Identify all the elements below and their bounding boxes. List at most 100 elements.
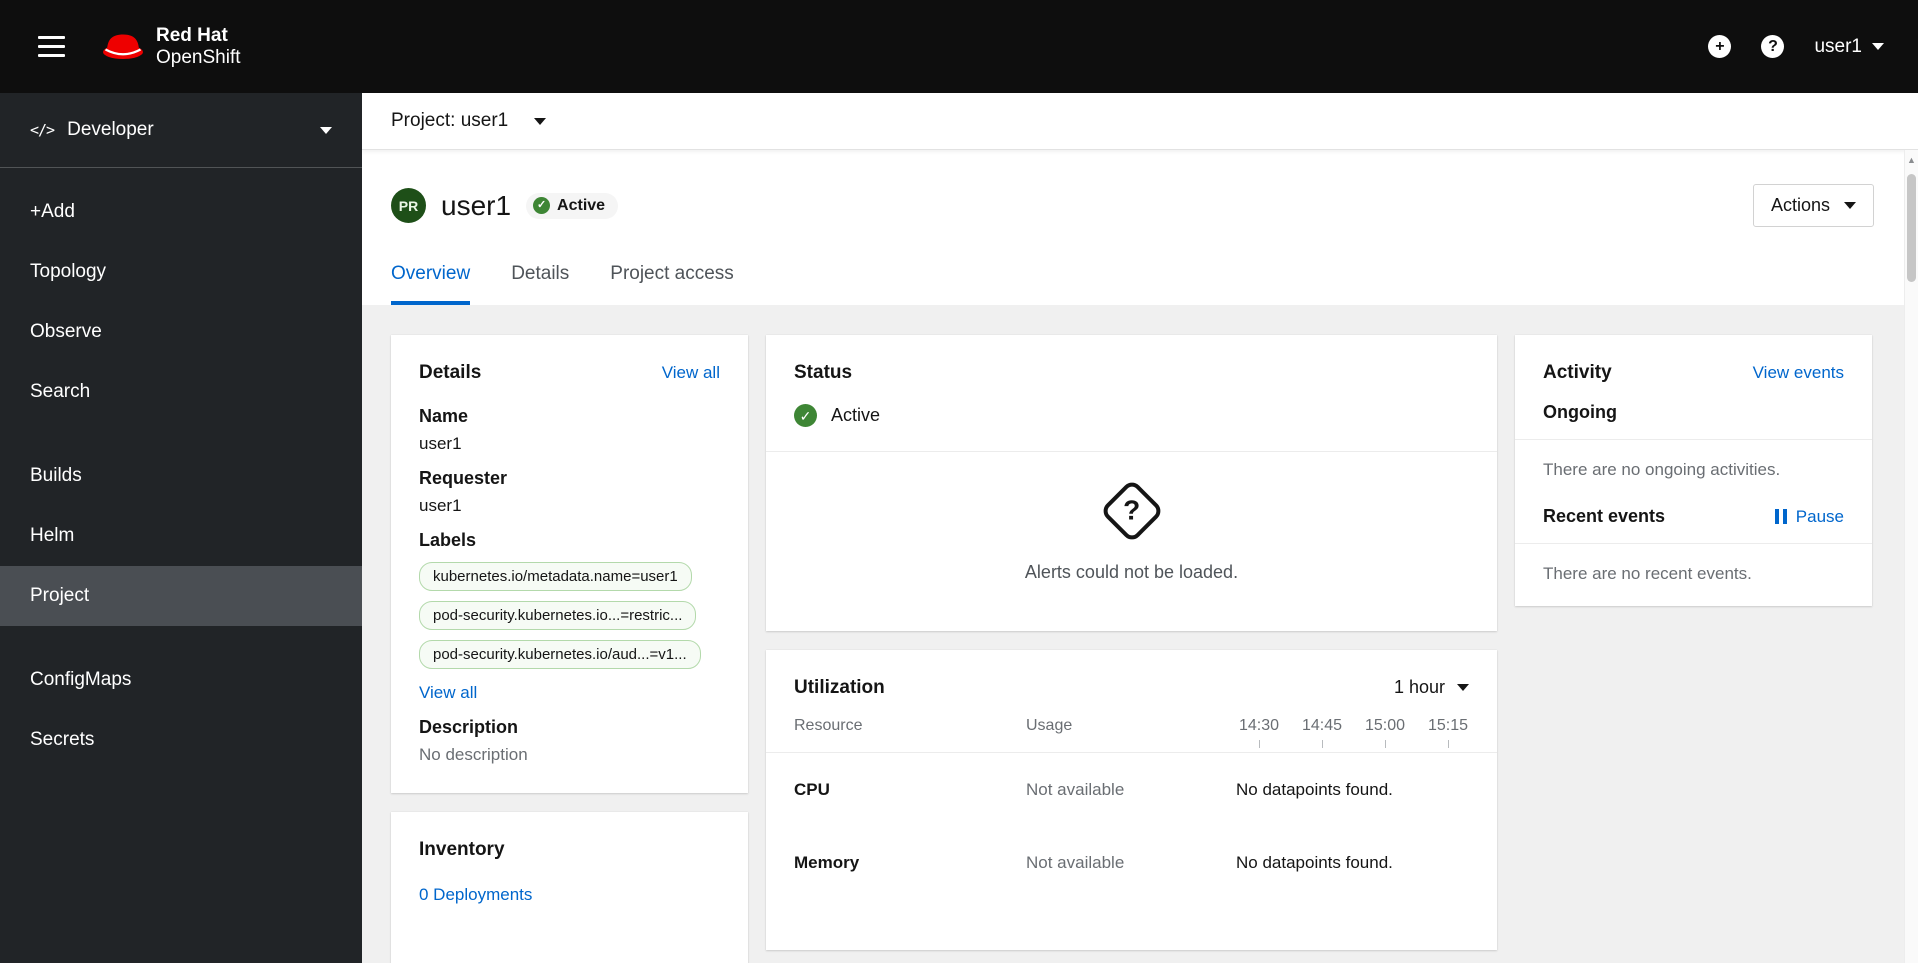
content-grid: Details View all Name user1 Requester us…: [362, 305, 1918, 963]
time-label: 15:00: [1364, 717, 1406, 734]
sidebar-item-search[interactable]: Search: [0, 362, 362, 422]
utilization-card: Utilization 1 hour Resource Usage 14:30: [766, 650, 1497, 950]
labels-view-all-link[interactable]: View all: [419, 683, 477, 703]
activity-card-title: Activity: [1543, 362, 1612, 383]
utilization-row-cpu: CPU Not available No datapoints found.: [766, 753, 1497, 826]
resource-usage: Not available: [1026, 853, 1125, 872]
question-circle-icon: ?: [1761, 35, 1785, 58]
pause-button[interactable]: Pause: [1774, 507, 1844, 527]
add-button[interactable]: +: [1708, 35, 1732, 58]
label-chip[interactable]: pod-security.kubernetes.io/aud...=v1...: [419, 640, 701, 669]
pause-icon: [1774, 509, 1787, 524]
username: user1: [1814, 35, 1862, 57]
alerts-empty-state: ? Alerts could not be loaded.: [766, 452, 1497, 631]
nav-toggle-button[interactable]: [32, 30, 71, 63]
redhat-logo-icon: [103, 34, 143, 59]
perspective-switcher[interactable]: </> Developer: [0, 93, 362, 168]
masthead-toolbar: + ? user1: [1708, 35, 1884, 58]
sidebar-item-observe[interactable]: Observe: [0, 302, 362, 362]
scroll-region: PR user1 ✓ Active Actions Overview Detai…: [362, 150, 1918, 963]
duration-dropdown[interactable]: 1 hour: [1394, 677, 1469, 698]
field-labels: Labels kubernetes.io/metadata.name=user1…: [419, 530, 720, 703]
project-bar: Project: user1: [362, 93, 1918, 150]
utilization-card-title: Utilization: [794, 677, 885, 698]
actions-label: Actions: [1770, 195, 1830, 215]
resource-status: No datapoints found.: [1236, 853, 1393, 872]
sidebar-item-secrets[interactable]: Secrets: [0, 710, 362, 770]
unknown-icon: ?: [1098, 478, 1165, 544]
main-area: Project: user1 PR user1 ✓ Active Actions…: [362, 93, 1918, 963]
column-header-resource: Resource: [794, 717, 863, 734]
check-circle-icon: ✓: [794, 404, 817, 427]
field-label-name: Name: [419, 406, 469, 426]
sidebar-item-helm[interactable]: Helm: [0, 506, 362, 566]
alerts-message: Alerts could not be loaded.: [1024, 562, 1239, 582]
sidebar-item-project[interactable]: Project: [0, 566, 362, 626]
chevron-down-icon: [1457, 684, 1469, 691]
project-resource-badge: PR: [391, 188, 426, 223]
tab-project-access[interactable]: Project access: [610, 263, 734, 305]
page-title: user1: [441, 189, 512, 221]
utilization-axis: Resource Usage 14:30 14:45 15:00 15:15: [766, 717, 1497, 752]
time-tick: 14:30: [1236, 717, 1282, 748]
perspective-label: Developer: [67, 119, 154, 140]
inventory-card-title: Inventory: [419, 839, 505, 860]
hamburger-icon: [38, 45, 65, 48]
status-card-header: Status: [766, 335, 1497, 402]
time-label: 15:15: [1427, 717, 1469, 734]
column-header-usage: Usage: [1026, 717, 1073, 734]
field-name: Name user1: [419, 406, 720, 454]
details-card-header: Details View all: [391, 335, 748, 402]
utilization-row-grid: CPU Not available No datapoints found.: [766, 780, 1497, 800]
brand-line2: OpenShift: [156, 46, 241, 68]
details-view-all-link[interactable]: View all: [662, 363, 720, 383]
ongoing-empty-message: There are no ongoing activities.: [1543, 460, 1781, 479]
code-icon: </>: [30, 121, 55, 139]
label-chips: kubernetes.io/metadata.name=user1 pod-se…: [419, 562, 720, 669]
actions-dropdown[interactable]: Actions: [1752, 184, 1874, 227]
sidebar-item-topology[interactable]: Topology: [0, 242, 362, 302]
brand-text: Red Hat OpenShift: [156, 25, 241, 69]
time-label: 14:45: [1301, 717, 1343, 734]
details-card-title: Details: [419, 362, 482, 383]
details-card-body: Name user1 Requester user1 Labels kubern…: [391, 406, 748, 793]
sidebar-item-configmaps[interactable]: ConfigMaps: [0, 650, 362, 710]
recent-events-empty-message: There are no recent events.: [1543, 564, 1752, 583]
scrollbar-thumb[interactable]: [1907, 174, 1916, 282]
tabs: Overview Details Project access: [391, 263, 1874, 305]
inventory-card-header: Inventory: [391, 812, 748, 879]
resource-name: Memory: [794, 853, 860, 872]
sidebar-item-builds[interactable]: Builds: [0, 446, 362, 506]
duration-label: 1 hour: [1393, 677, 1445, 697]
field-value-requester: user1: [419, 496, 462, 515]
chevron-down-icon: [1872, 43, 1884, 50]
help-button[interactable]: ?: [1761, 35, 1785, 58]
vertical-scrollbar[interactable]: ▲: [1904, 150, 1918, 963]
nav-group: Builds Helm Project: [0, 446, 362, 626]
plus-circle-icon: +: [1708, 35, 1732, 58]
hamburger-icon: [38, 36, 65, 39]
sidebar-item-add[interactable]: +Add: [0, 182, 362, 242]
scroll-up-arrow-icon[interactable]: ▲: [1905, 150, 1918, 165]
status-card: Status ✓ Active ? Alerts could not be lo…: [766, 335, 1497, 631]
tab-details[interactable]: Details: [511, 263, 569, 305]
tab-overview[interactable]: Overview: [391, 263, 471, 305]
label-chip[interactable]: pod-security.kubernetes.io...=restric...: [419, 601, 697, 630]
left-column: Details View all Name user1 Requester us…: [391, 335, 748, 963]
user-menu[interactable]: user1: [1814, 36, 1884, 58]
ongoing-section-header: Ongoing: [1515, 402, 1872, 439]
field-description: Description No description: [419, 717, 720, 765]
masthead: Red Hat OpenShift + ? user1: [0, 0, 1918, 93]
field-label-requester: Requester: [419, 468, 508, 488]
project-selector[interactable]: Project: user1: [391, 110, 547, 132]
view-events-link[interactable]: View events: [1753, 363, 1844, 383]
nav-group: ConfigMaps Secrets: [0, 650, 362, 770]
ongoing-label: Ongoing: [1543, 402, 1617, 422]
inventory-card-body: 0 Deployments: [391, 879, 748, 933]
label-chip[interactable]: kubernetes.io/metadata.name=user1: [419, 562, 692, 591]
deployments-link[interactable]: 0 Deployments: [419, 885, 532, 904]
utilization-card-header: Utilization 1 hour: [766, 650, 1497, 717]
activity-card: Activity View events Ongoing There are n…: [1515, 335, 1872, 606]
brand-line1: Red Hat: [156, 24, 228, 46]
inventory-card: Inventory 0 Deployments: [391, 812, 748, 963]
